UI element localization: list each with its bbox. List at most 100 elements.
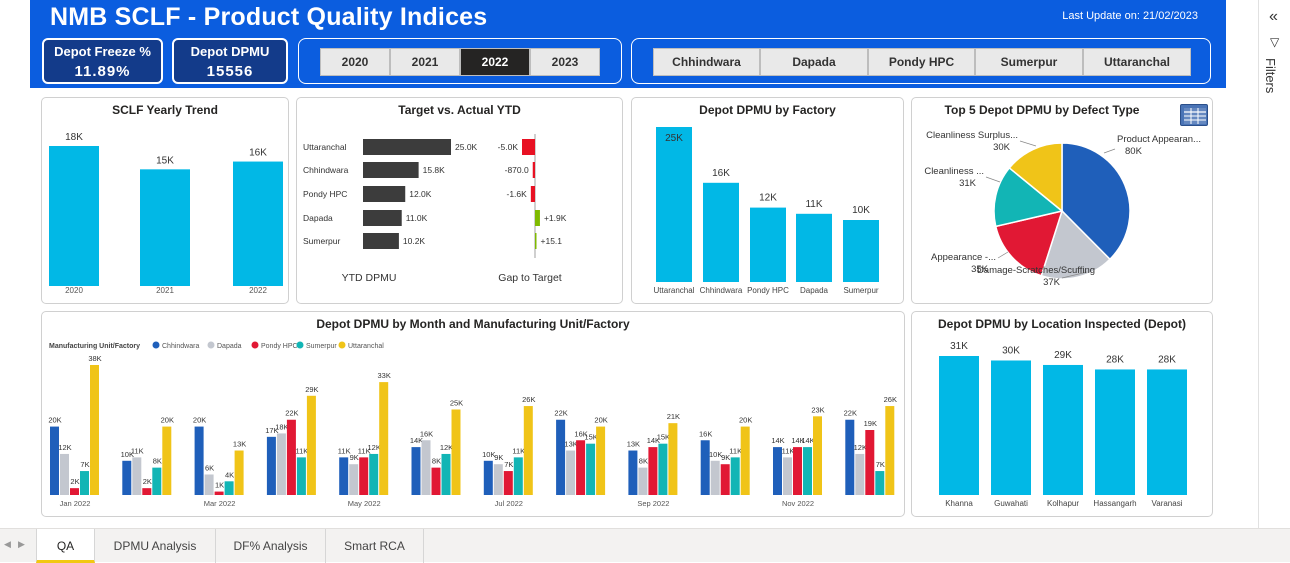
monthly-bar (411, 447, 421, 495)
monthly-bar-label: 8K (153, 457, 162, 466)
ytd-category-label: Sumerpur (303, 236, 340, 246)
factory-button-dapada[interactable]: Dapada (760, 48, 868, 76)
factory-x-tick: Chhindwara (700, 286, 743, 295)
monthly-legend-marker (207, 341, 215, 349)
monthly-bar (421, 440, 431, 495)
factory-bar (703, 182, 739, 282)
monthly-bar-label: 38K (88, 354, 101, 363)
monthly-bar-label: 21K (667, 412, 680, 421)
target-actual-visual[interactable]: Target vs. Actual YTD Uttaranchal 25.0K -5… (296, 97, 623, 304)
target-actual-chart: Uttaranchal 25.0K -5.0K Chhindwara 15.8K -870… (303, 134, 567, 284)
monthly-x-tick: Mar 2022 (204, 499, 236, 508)
next-page-arrow-icon[interactable]: ▶ (18, 539, 25, 550)
monthly-bar-label: 15K (584, 433, 597, 442)
kpi-dpmu-value: 15556 (206, 63, 254, 80)
monthly-bar (740, 426, 750, 495)
monthly-bar (60, 453, 69, 495)
monthly-legend-marker (338, 341, 346, 349)
year-button-2023[interactable]: 2023 (530, 48, 600, 76)
dpmu-factory-visual[interactable]: Depot DPMU by Factory 25K Uttaranchal 16K C… (631, 97, 904, 304)
monthly-bar (483, 460, 493, 495)
monthly-bar (379, 382, 389, 495)
monthly-bar-label: 11K (782, 446, 795, 455)
pie-slice-value: 37K (1043, 277, 1061, 288)
ytd-bar-label: 15.8K (423, 165, 446, 175)
ytd-axis-label: YTD DPMU (342, 272, 397, 284)
monthly-bar (132, 457, 142, 495)
monthly-bar (90, 365, 99, 495)
ytd-bar-label: 25.0K (455, 142, 478, 152)
year-button-2022[interactable]: 2022 (460, 48, 530, 76)
tab-dpmu-analysis[interactable]: DPMU Analysis (95, 529, 216, 563)
defect-type-visual[interactable]: Top 5 Depot DPMU by Defect Type Product … (911, 97, 1213, 304)
report-header: NMB SCLF - Product Quality Indices Last … (30, 0, 1226, 88)
monthly-bar (855, 453, 865, 495)
tab-smart-rca[interactable]: Smart RCA (326, 529, 424, 563)
monthly-legend-label: Dapada (217, 343, 242, 350)
kpi-dpmu-label: Depot DPMU (190, 44, 270, 59)
monthly-bar (70, 488, 79, 495)
yearly-x-tick: 2020 (65, 286, 83, 295)
location-bar-label: 29K (1054, 350, 1072, 361)
gap-bar-label: -870.0 (505, 165, 529, 175)
monthly-bar-label: 11K (512, 446, 525, 455)
monthly-bar-label: 7K (876, 460, 885, 469)
year-slicer: 2020 2021 2022 2023 (298, 38, 622, 84)
location-visual[interactable]: Depot DPMU by Location Inspected (Depot)… (911, 311, 1213, 517)
pie-slice-name: Cleanliness Surplus... (926, 130, 1018, 141)
prev-page-arrow-icon[interactable]: ◀ (4, 539, 11, 550)
monthly-bar-label: 33K (378, 371, 391, 380)
filters-pane[interactable]: « ▽ Filters (1258, 0, 1290, 528)
table-view-icon[interactable] (1180, 104, 1208, 126)
monthly-legend-title: Manufacturing Unit/Factory (49, 343, 140, 350)
monthly-bar (339, 457, 349, 495)
location-x-tick: Kolhapur (1047, 499, 1079, 508)
monthly-visual[interactable]: Depot DPMU by Month and Manufacturing Un… (41, 311, 905, 517)
monthly-bar-label: 7K (80, 460, 89, 469)
monthly-bar (162, 426, 172, 495)
monthly-bar (865, 430, 875, 495)
monthly-bar-label: 12K (368, 443, 381, 452)
monthly-bar (276, 433, 286, 495)
yearly-trend-visual[interactable]: SCLF Yearly Trend 18K 2020 15K 2021 16K 2022 (41, 97, 289, 304)
factory-button-pondy-hpc[interactable]: Pondy HPC (868, 48, 975, 76)
tab-df-analysis[interactable]: DF% Analysis (216, 529, 326, 563)
factory-button-chhindwara[interactable]: Chhindwara (653, 48, 760, 76)
filter-funnel-icon: ▽ (1270, 35, 1280, 49)
monthly-legend-marker (251, 341, 259, 349)
ytd-bar (363, 139, 451, 155)
tab-qa[interactable]: QA (36, 529, 95, 563)
factory-bar-label: 12K (759, 193, 777, 204)
location-bar-label: 28K (1106, 354, 1124, 365)
monthly-bar-label: 20K (48, 416, 61, 425)
ytd-category-label: Uttaranchal (303, 142, 347, 152)
location-x-tick: Guwahati (994, 499, 1028, 508)
monthly-bar-label: 20K (594, 416, 607, 425)
gap-bar-label: +15.1 (541, 236, 563, 246)
monthly-bar (700, 440, 710, 495)
monthly-bar (648, 447, 658, 495)
monthly-bar-label: 1K (215, 481, 224, 490)
pie-slice-name: Product Appearan... (1117, 134, 1201, 145)
monthly-legend-label: Uttaranchal (348, 343, 384, 350)
kpi-depot-freeze: Depot Freeze % 11.89% (42, 38, 163, 84)
monthly-bar-label: 15K (657, 433, 670, 442)
gap-bar-label: +1.9K (544, 213, 567, 223)
factory-button-uttaranchal[interactable]: Uttaranchal (1083, 48, 1191, 76)
dpmu-factory-chart: 25K Uttaranchal 16K Chhindwara 12K Pondy HPC 1… (654, 127, 879, 295)
year-button-2020[interactable]: 2020 (320, 48, 390, 76)
monthly-bar (296, 457, 306, 495)
factory-button-sumerpur[interactable]: Sumerpur (975, 48, 1083, 76)
monthly-bar-label: 12K (854, 443, 867, 452)
monthly-bar (813, 416, 822, 495)
year-button-2021[interactable]: 2021 (390, 48, 460, 76)
monthly-bar (349, 464, 359, 495)
yearly-trend-chart: 18K 2020 15K 2021 16K 2022 (49, 132, 283, 295)
location-bar (1043, 364, 1083, 495)
pie-leader-line (1103, 148, 1116, 154)
monthly-bar (523, 406, 533, 495)
monthly-bar-label: 22K (285, 409, 298, 418)
defect-type-pie-chart: Product Appearan...80K Damage-Scratches/S… (924, 130, 1201, 288)
pie-slice-value: 80K (1125, 146, 1143, 157)
collapse-chevrons-icon[interactable]: « (1269, 8, 1278, 26)
